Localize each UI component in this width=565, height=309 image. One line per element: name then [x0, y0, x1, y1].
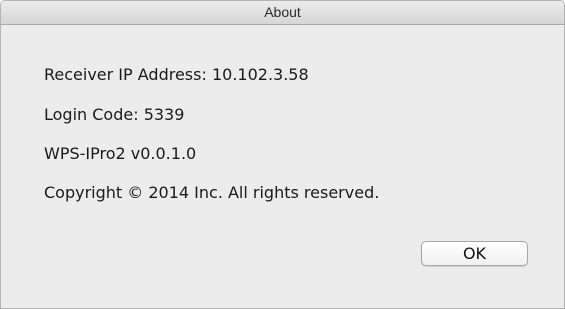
window-title: About: [1, 1, 564, 25]
copyright-notice: Copyright © 2014 Inc. All rights reserve…: [44, 183, 380, 202]
login-code: Login Code: 5339: [44, 105, 185, 124]
dialog-content: Receiver IP Address: 10.102.3.58 Login C…: [1, 25, 564, 308]
about-dialog: About Receiver IP Address: 10.102.3.58 L…: [0, 0, 565, 309]
app-version: WPS-IPro2 v0.0.1.0: [44, 144, 197, 163]
receiver-ip-address: Receiver IP Address: 10.102.3.58: [44, 65, 309, 84]
ok-button[interactable]: OK: [421, 241, 528, 266]
